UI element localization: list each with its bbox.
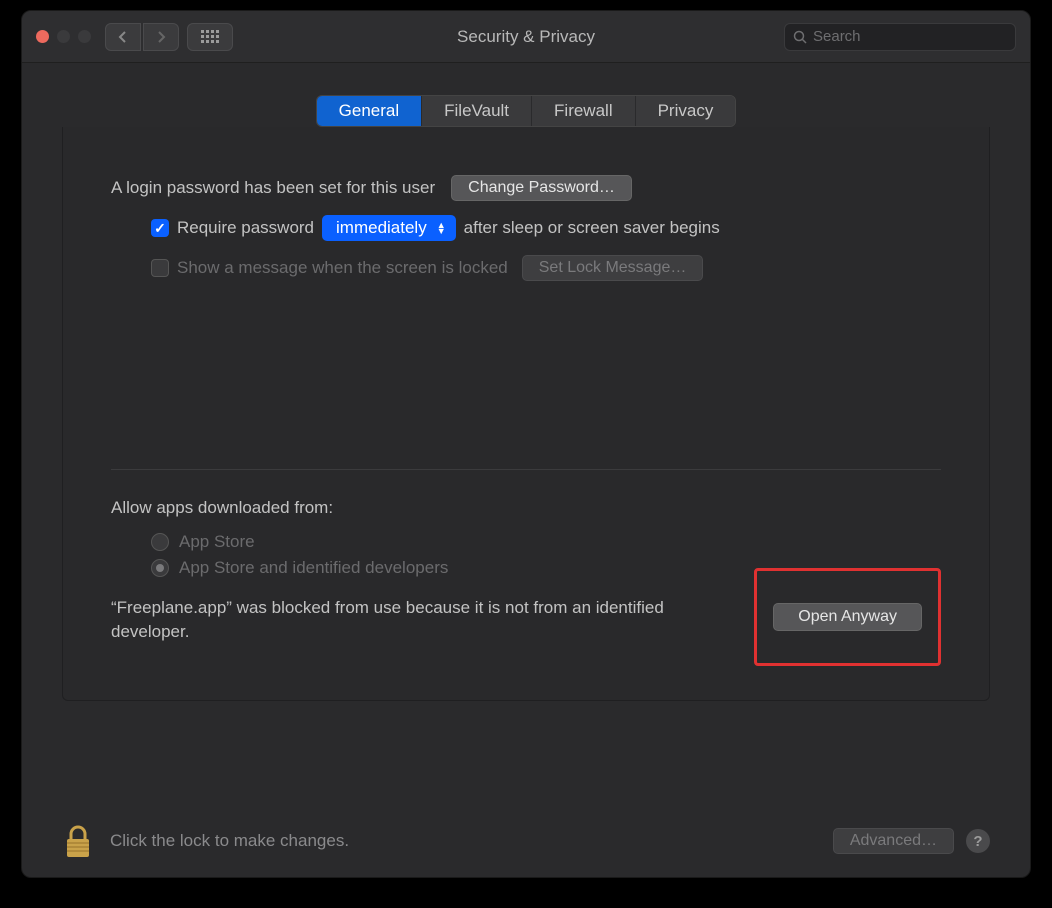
show-message-label: Show a message when the screen is locked [177,258,508,278]
open-anyway-button[interactable]: Open Anyway [773,603,922,631]
stepper-arrows-icon: ▲▼ [437,222,446,234]
minimize-window-button[interactable] [57,30,70,43]
footer-right: Advanced… ? [833,828,990,854]
titlebar: Security & Privacy Search [22,11,1030,63]
search-icon [793,30,807,44]
radio-appstore[interactable] [151,533,169,551]
show-message-checkbox[interactable] [151,259,169,277]
grid-icon [201,30,219,43]
preferences-window: Security & Privacy Search General FileVa… [21,10,1031,878]
radio-identified-label: App Store and identified developers [179,558,448,578]
open-anyway-highlight: Open Anyway [754,568,941,666]
window-title: Security & Privacy [457,27,595,47]
search-placeholder: Search [813,28,861,45]
search-field[interactable]: Search [784,23,1016,51]
radio-identified-developers[interactable] [151,559,169,577]
advanced-button[interactable]: Advanced… [833,828,954,854]
tab-privacy[interactable]: Privacy [636,96,736,126]
zoom-window-button[interactable] [78,30,91,43]
chevron-left-icon [118,30,128,44]
allow-apps-label: Allow apps downloaded from: [111,498,333,518]
radio-appstore-label: App Store [179,532,255,552]
show-message-row: Show a message when the screen is locked… [111,255,941,281]
lock-button[interactable] [62,823,94,859]
lock-hint-text: Click the lock to make changes. [110,831,349,851]
change-password-button[interactable]: Change Password… [451,175,632,201]
back-button[interactable] [105,23,141,51]
radio-appstore-row: App Store [111,532,941,552]
require-password-row: Require password immediately ▲▼ after sl… [111,215,941,241]
forward-button[interactable] [143,23,179,51]
chevron-right-icon [156,30,166,44]
tab-bar-container: General FileVault Firewall Privacy [22,95,1030,127]
footer: Click the lock to make changes. Advanced… [62,823,990,859]
set-lock-message-button: Set Lock Message… [522,255,704,281]
blocked-app-row: “Freeplane.app” was blocked from use bec… [111,596,941,666]
tab-bar: General FileVault Firewall Privacy [316,95,737,127]
close-window-button[interactable] [36,30,49,43]
nav-buttons [105,23,179,51]
require-password-delay-value: immediately [336,218,427,238]
allow-apps-row: Allow apps downloaded from: [111,498,941,518]
require-password-label: Require password [177,218,314,238]
login-password-row: A login password has been set for this u… [111,175,941,201]
require-password-delay-select[interactable]: immediately ▲▼ [322,215,456,241]
require-password-suffix: after sleep or screen saver begins [464,218,720,238]
tab-general[interactable]: General [317,96,422,126]
blocked-app-message: “Freeplane.app” was blocked from use bec… [111,596,701,644]
tab-firewall[interactable]: Firewall [532,96,636,126]
lock-icon [64,825,92,859]
panel-divider [111,469,941,470]
traffic-lights [36,30,91,43]
general-panel: A login password has been set for this u… [62,127,990,701]
help-button[interactable]: ? [966,829,990,853]
show-all-button[interactable] [187,23,233,51]
tab-filevault[interactable]: FileVault [422,96,532,126]
login-password-text: A login password has been set for this u… [111,178,435,198]
help-icon: ? [973,833,982,850]
require-password-checkbox[interactable] [151,219,169,237]
